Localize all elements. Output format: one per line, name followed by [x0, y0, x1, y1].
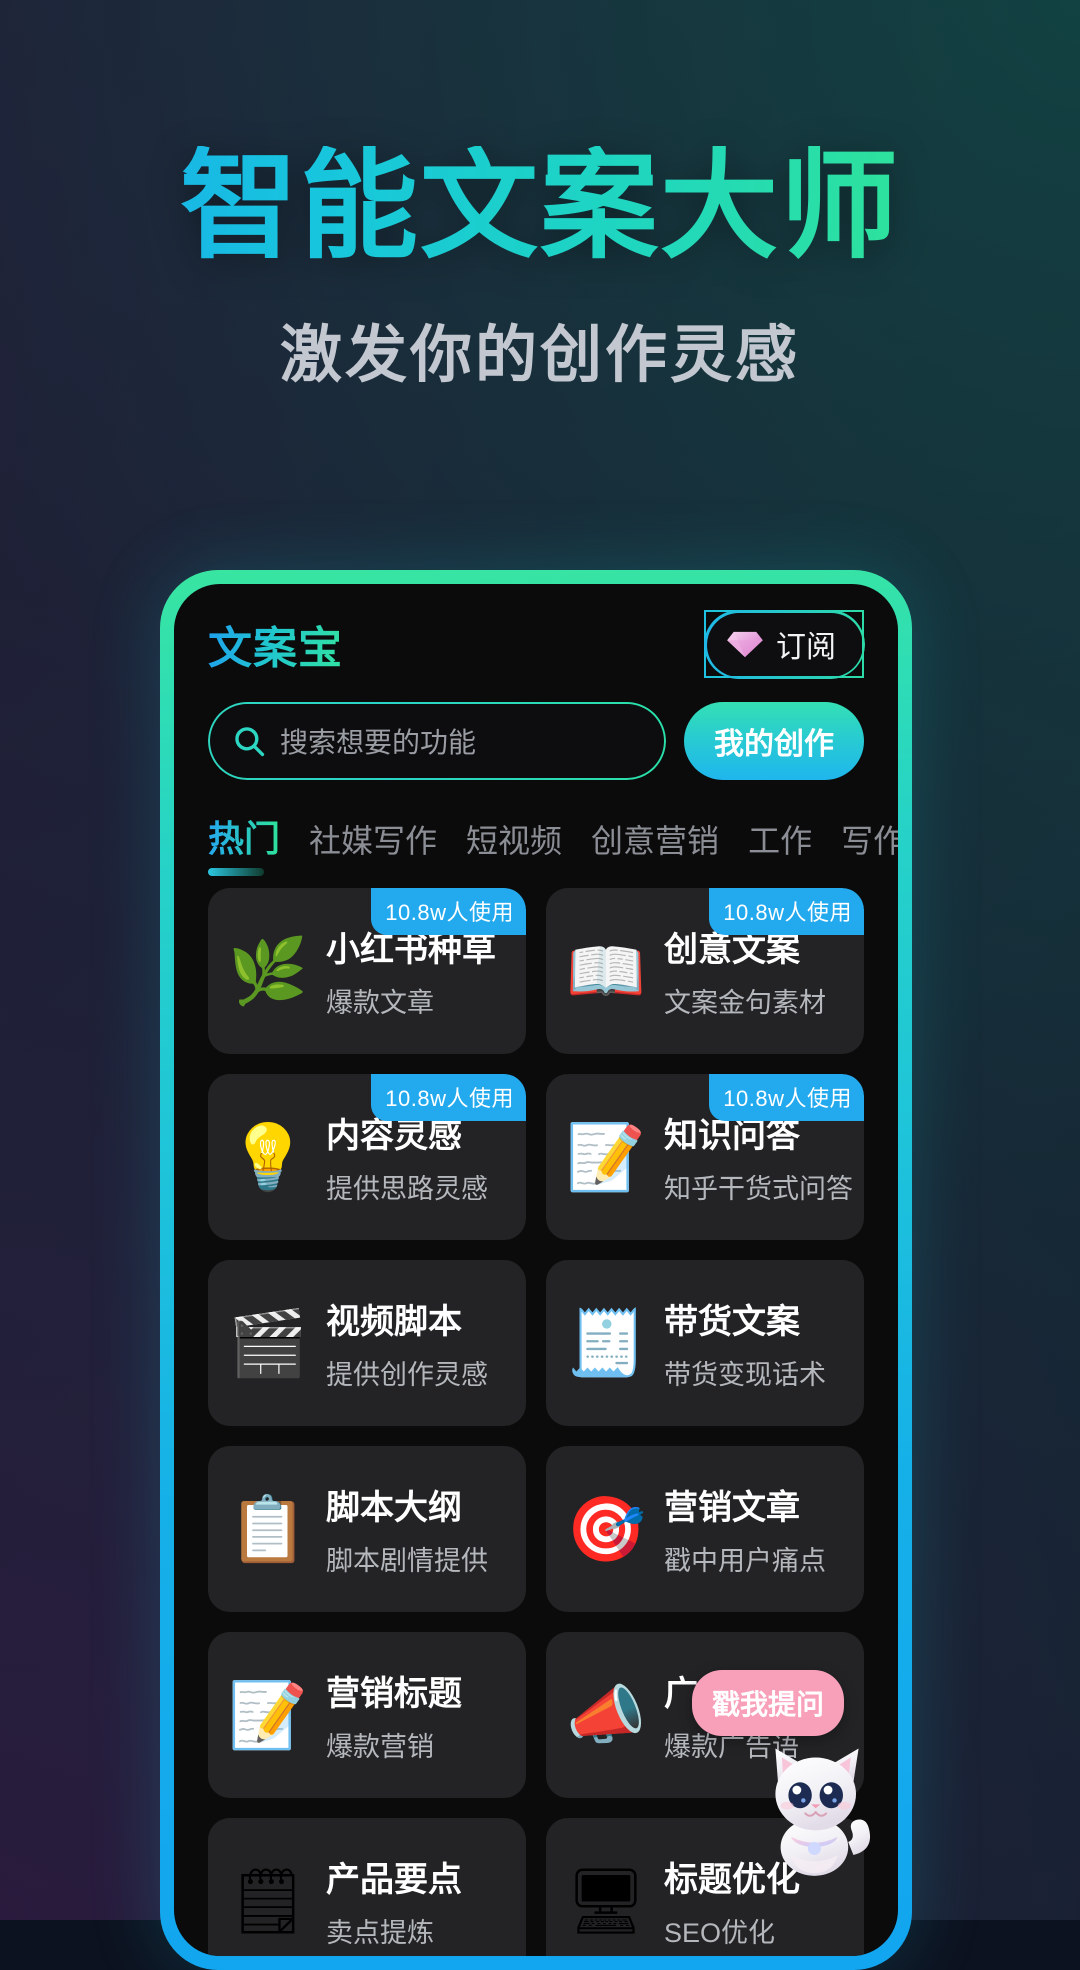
qa-document-icon: 📝: [566, 1121, 646, 1193]
card-text: 脚本大纲脚本剧情提供: [326, 1480, 488, 1578]
card-subtitle: 带货变现话术: [664, 1360, 826, 1390]
phone-screen: 文案宝 订阅 搜索想要的功能 我的创作 热门 社媒写作 短视频 创意营销 工作 …: [174, 584, 898, 1956]
tab-4[interactable]: 工作: [748, 816, 829, 876]
search-row: 搜索想要的功能 我的创作: [174, 684, 898, 780]
card-text: 内容灵感 提供思路灵感: [326, 1108, 488, 1206]
tab-active-indicator: [208, 868, 264, 876]
card-text: 带货文案带货变现话术: [664, 1294, 826, 1392]
phone-mockup-frame: 文案宝 订阅 搜索想要的功能 我的创作 热门 社媒写作 短视频 创意营销 工作 …: [160, 570, 912, 1970]
tab-0[interactable]: 热门: [208, 810, 297, 876]
diamond-icon: [727, 631, 763, 658]
browser-ads-icon: 🖥: [565, 1865, 647, 1937]
card-text: 营销文章戳中用户痛点: [664, 1480, 826, 1578]
card-subtitle: 知乎干货式问答: [664, 1174, 853, 1204]
herb-leaf-icon: 🌿: [228, 935, 308, 1007]
card-title: 营销标题: [326, 1675, 462, 1713]
feature-card[interactable]: 💡 内容灵感 提供思路灵感 10.8w人使用: [208, 1074, 526, 1240]
card-title: 带货文案: [664, 1303, 800, 1341]
hero-section: 智能文案大师 激发你的创作灵感: [0, 0, 1080, 394]
card-text: 知识问答 知乎干货式问答: [664, 1108, 853, 1206]
checklist-question-icon: 🗒: [227, 1865, 309, 1937]
feature-card[interactable]: 📝 营销标题 爆款营销: [208, 1632, 526, 1798]
megaphone-icon: 📣: [566, 1679, 646, 1751]
card-subtitle: SEO优化: [664, 1918, 776, 1948]
card-text: 视频脚本提供创作灵感: [326, 1294, 488, 1392]
feature-card[interactable]: 🎬 视频脚本 提供创作灵感: [208, 1260, 526, 1426]
feature-card[interactable]: 🧾 带货文案 带货变现话术: [546, 1260, 864, 1426]
tab-label: 写作: [841, 823, 898, 859]
tab-5[interactable]: 写作: [841, 816, 898, 876]
card-subtitle: 提供思路灵感: [326, 1174, 488, 1204]
subscribe-button[interactable]: 订阅: [704, 610, 864, 678]
lightbulb-icon: 💡: [228, 1121, 308, 1193]
card-text: 创意文案 文案金句素材: [664, 922, 826, 1020]
page-subtitle: 激发你的创作灵感: [279, 320, 800, 390]
card-title: 产品要点: [326, 1861, 462, 1899]
card-subtitle: 卖点提炼: [326, 1918, 434, 1948]
page-title: 智能文案大师: [0, 145, 1080, 270]
card-text: 产品要点 卖点提炼: [326, 1852, 462, 1950]
dart-target-icon: 🎯: [566, 1493, 646, 1565]
clapperboard-icon: 🎬: [228, 1307, 308, 1379]
receipt-basket-icon: 🧾: [566, 1307, 646, 1379]
card-title: 脚本大纲: [326, 1489, 462, 1527]
clipboard-pencil-icon: 📝: [228, 1679, 308, 1751]
assistant-bubble[interactable]: 戳我提问: [691, 1670, 844, 1736]
category-tabs: 热门社媒写作短视频创意营销工作写作电商: [174, 780, 898, 876]
tab-label: 热门: [208, 818, 281, 859]
tab-1[interactable]: 社媒写作: [309, 816, 454, 876]
subscribe-label: 订阅: [776, 631, 836, 664]
usage-badge: 10.8w人使用: [709, 888, 864, 935]
tab-2[interactable]: 短视频: [466, 816, 579, 876]
card-subtitle: 爆款文章: [326, 988, 434, 1018]
tab-label: 工作: [748, 823, 813, 859]
usage-badge: 10.8w人使用: [371, 1074, 526, 1121]
feature-card[interactable]: 🎯 营销文章 戳中用户痛点: [546, 1446, 864, 1612]
feature-card[interactable]: 🌿 小红书种草 爆款文章 10.8w人使用: [208, 888, 526, 1054]
my-works-button[interactable]: 我的创作: [684, 702, 864, 780]
white-cat-mascot-icon[interactable]: [752, 1730, 882, 1880]
app-header: 文案宝 订阅: [174, 584, 898, 684]
tab-label: 创意营销: [591, 823, 720, 859]
card-title: 营销文章: [664, 1489, 800, 1527]
card-subtitle: 提供创作灵感: [326, 1360, 488, 1390]
feature-card[interactable]: 📋 脚本大纲 脚本剧情提供: [208, 1446, 526, 1612]
card-subtitle: 文案金句素材: [664, 988, 826, 1018]
card-subtitle: 戳中用户痛点: [664, 1546, 826, 1576]
feature-card[interactable]: 📝 知识问答 知乎干货式问答 10.8w人使用: [546, 1074, 864, 1240]
card-title: 视频脚本: [326, 1303, 462, 1341]
card-subtitle: 脚本剧情提供: [326, 1546, 488, 1576]
tab-label: 社媒写作: [309, 823, 438, 859]
open-book-bulb-icon: 📖: [566, 935, 646, 1007]
search-icon: [235, 727, 265, 757]
card-text: 营销标题 爆款营销: [326, 1666, 462, 1764]
card-text: 小红书种草 爆款文章: [326, 922, 496, 1020]
search-input[interactable]: 搜索想要的功能: [208, 702, 666, 780]
tab-3[interactable]: 创意营销: [591, 816, 736, 876]
usage-badge: 10.8w人使用: [371, 888, 526, 935]
search-placeholder: 搜索想要的功能: [280, 727, 477, 758]
usage-badge: 10.8w人使用: [709, 1074, 864, 1121]
tab-label: 短视频: [466, 823, 563, 859]
app-logo: 文案宝: [208, 612, 343, 676]
feature-card[interactable]: 📖 创意文案 文案金句素材 10.8w人使用: [546, 888, 864, 1054]
feature-card[interactable]: 🗒 产品要点 卖点提炼: [208, 1818, 526, 1956]
card-subtitle: 爆款营销: [326, 1732, 434, 1762]
clipboard-list-icon: 📋: [228, 1493, 308, 1565]
